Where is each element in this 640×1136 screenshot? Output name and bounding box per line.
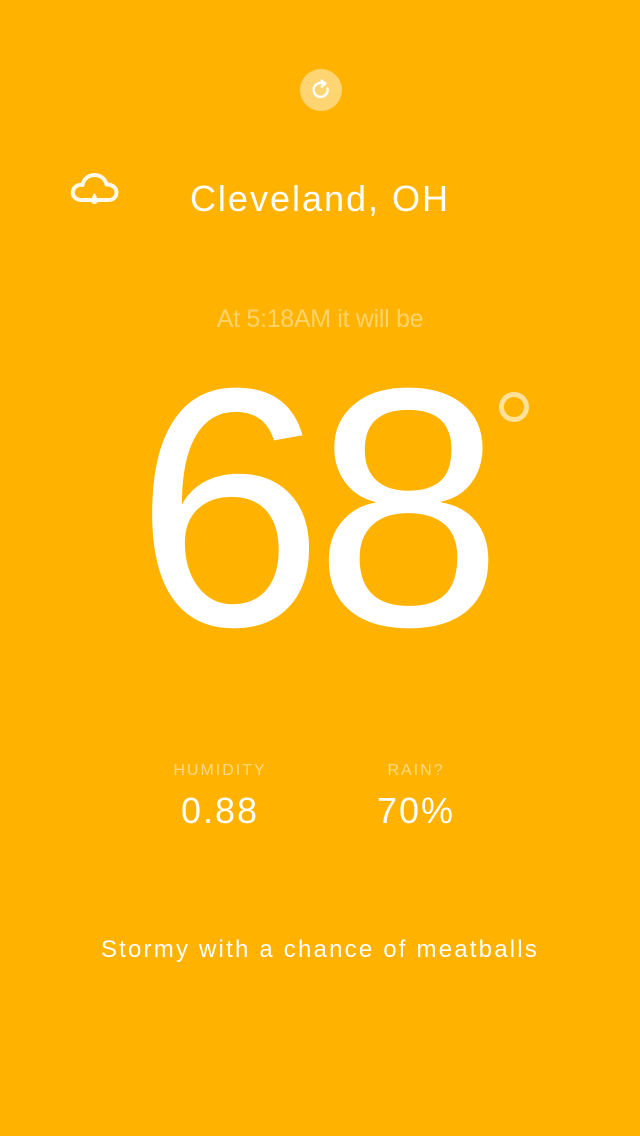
degree-icon [496,389,532,425]
rain-label: RAIN? [387,762,445,779]
humidity-stat: HUMIDITY 0.88 [120,760,320,832]
refresh-icon [312,79,329,99]
rain-value: 70% [376,790,456,831]
temperature-value: 68 [134,318,503,698]
humidity-value: 0.88 [180,790,260,831]
weather-summary: Stormy with a chance of meatballs [100,936,540,963]
humidity-label: HUMIDITY [173,762,267,779]
rain-stat: RAIN? 70% [316,760,516,832]
weather-screen: Cleveland, OH At 5:18AM it will be 68 HU… [0,0,640,1136]
refresh-button[interactable] [300,69,342,111]
location-title: Cleveland, OH [189,178,451,219]
